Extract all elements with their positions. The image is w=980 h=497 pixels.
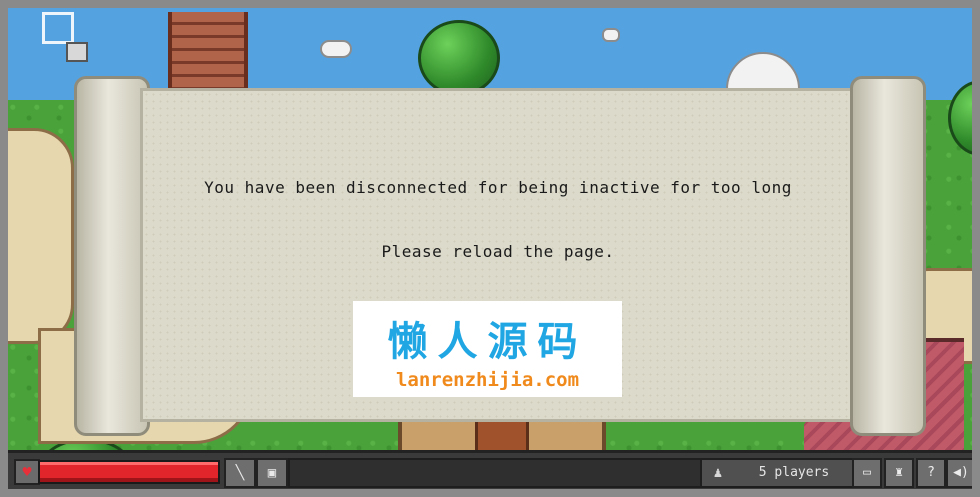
player-count-panel: ♟ 5 players bbox=[700, 458, 854, 488]
rock bbox=[602, 28, 620, 42]
scroll-right-roll bbox=[850, 76, 926, 436]
armor-slot[interactable]: ▣ bbox=[256, 458, 288, 488]
trophy-icon: ♜ bbox=[895, 465, 903, 480]
hand-cursor-icon bbox=[66, 42, 88, 62]
weapon-slot[interactable]: ╲ bbox=[224, 458, 256, 488]
help-icon: ? bbox=[927, 465, 935, 480]
health-bar bbox=[38, 460, 220, 484]
watermark-logo: 懒人源码 lanrenzhijia.com bbox=[353, 301, 622, 397]
rock bbox=[320, 40, 352, 58]
disconnect-message: You have been disconnected for being ina… bbox=[204, 178, 792, 197]
scroll-left-roll bbox=[74, 76, 150, 436]
armor-icon: ▣ bbox=[267, 465, 277, 481]
sound-button[interactable]: ◀) bbox=[946, 458, 972, 488]
heart-icon: ♥ bbox=[14, 459, 40, 485]
watermark-url: lanrenzhijia.com bbox=[395, 369, 580, 391]
help-button[interactable]: ? bbox=[916, 458, 946, 488]
game-frame: You have been disconnected for being ina… bbox=[0, 0, 980, 497]
dirt-path bbox=[8, 128, 74, 344]
chat-input-area[interactable] bbox=[288, 458, 704, 488]
sound-icon: ◀) bbox=[953, 465, 969, 480]
players-icon: ♟ bbox=[713, 465, 723, 481]
achievements-button[interactable]: ♜ bbox=[884, 458, 914, 488]
wooden-bridge bbox=[168, 12, 248, 100]
player-count: 5 players bbox=[758, 465, 830, 480]
hud-bar: ♥ ╲ ▣ ♟ 5 players ▭ ♜ ? ◀) bbox=[8, 450, 972, 489]
watermark-title: 懒人源码 bbox=[387, 319, 588, 365]
tree bbox=[418, 20, 500, 96]
chat-button[interactable]: ▭ bbox=[852, 458, 882, 488]
sword-icon: ╲ bbox=[235, 465, 245, 481]
target-cursor bbox=[42, 12, 74, 44]
reload-instruction: Please reload the page. bbox=[381, 242, 615, 261]
chat-icon: ▭ bbox=[863, 465, 871, 480]
